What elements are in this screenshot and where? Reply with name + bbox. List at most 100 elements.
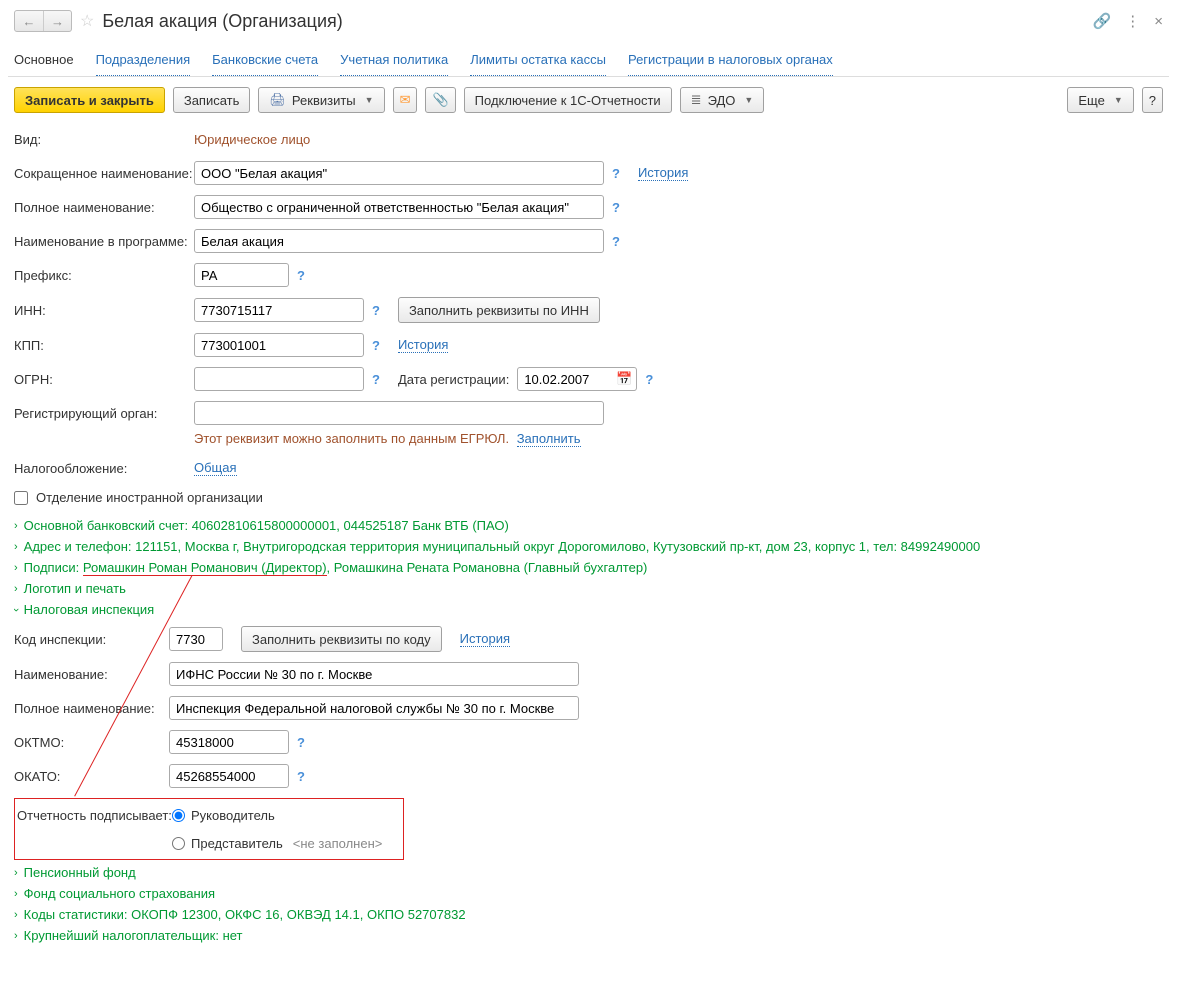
expander-largest[interactable]: › Крупнейший налогоплательщик: нет	[14, 925, 1163, 946]
help-button[interactable]: ?	[1142, 87, 1163, 113]
chevron-right-icon: ›	[14, 888, 18, 900]
ogrn-label: ОГРН:	[14, 372, 194, 387]
more-button[interactable]: Еще▼	[1067, 87, 1133, 113]
reg-organ-hint: Этот реквизит можно заполнить по данным …	[194, 431, 509, 446]
expander-codes[interactable]: ›Коды статистики: ОКОПФ 12300, ОКФС 16, …	[14, 904, 1163, 925]
help-hint[interactable]: ?	[372, 303, 380, 318]
chevron-right-icon: ›	[14, 541, 18, 553]
expander-address-text: Адрес и телефон: 121151, Москва г, Внутр…	[24, 539, 981, 554]
foreign-label: Отделение иностранной организации	[36, 490, 263, 505]
save-close-label: Записать и закрыть	[25, 93, 154, 108]
close-icon[interactable]: ×	[1154, 13, 1163, 30]
tab-cash[interactable]: Лимиты остатка кассы	[470, 46, 606, 76]
kpp-label: КПП:	[14, 338, 194, 353]
prog-name-input[interactable]	[194, 229, 604, 253]
chevron-down-icon: ▼	[365, 95, 374, 105]
help-hint[interactable]: ?	[372, 338, 380, 353]
sign-pre: Подписи:	[24, 560, 83, 575]
save-button[interactable]: Записать	[173, 87, 251, 113]
signer-head-radio[interactable]	[172, 809, 185, 822]
more-label: Еще	[1078, 93, 1104, 108]
expander-logo-text: Логотип и печать	[24, 581, 126, 596]
edo-button[interactable]: ≣ ЭДО ▼	[680, 87, 765, 113]
full-name-input[interactable]	[194, 195, 604, 219]
chevron-right-icon: ›	[14, 909, 18, 921]
short-name-input[interactable]	[194, 161, 604, 185]
fill-code-label: Заполнить реквизиты по коду	[252, 632, 431, 647]
reg-organ-input[interactable]	[194, 401, 604, 425]
insp-full-input[interactable]	[169, 696, 579, 720]
fill-link[interactable]: Заполнить	[517, 431, 581, 447]
expander-fss[interactable]: ›Фонд социального страхования	[14, 883, 1163, 904]
okato-input[interactable]	[169, 764, 289, 788]
tab-main[interactable]: Основное	[14, 46, 74, 76]
expander-bank[interactable]: ›Основной банковский счет: 4060281061580…	[14, 515, 1163, 536]
history-link[interactable]: История	[398, 337, 448, 353]
edo-icon: ≣	[691, 92, 702, 108]
chevron-down-icon: ▼	[744, 95, 753, 105]
history-link[interactable]: История	[460, 631, 510, 647]
insp-name-label: Наименование:	[14, 667, 169, 682]
inn-input[interactable]	[194, 298, 364, 322]
help-hint[interactable]: ?	[297, 769, 305, 784]
link-icon[interactable]: 🔗	[1093, 12, 1112, 30]
inn-label: ИНН:	[14, 303, 194, 318]
tab-tax-reg[interactable]: Регистрации в налоговых органах	[628, 46, 833, 76]
edo-label: ЭДО	[708, 93, 736, 108]
tax-link[interactable]: Общая	[194, 460, 237, 476]
page-title: Белая акация (Организация)	[102, 11, 342, 32]
signer-label: Отчетность подписывает:	[17, 808, 172, 823]
fill-inn-button[interactable]: Заполнить реквизиты по ИНН	[398, 297, 600, 323]
insp-code-input[interactable]	[169, 627, 223, 651]
oktmo-input[interactable]	[169, 730, 289, 754]
signer-group: Отчетность подписывает: Руководитель Пре…	[14, 798, 404, 860]
signer-head-label: Руководитель	[191, 808, 275, 823]
ogrn-input[interactable]	[194, 367, 364, 391]
help-hint[interactable]: ?	[297, 735, 305, 750]
help-hint[interactable]: ?	[297, 268, 305, 283]
help-hint[interactable]: ?	[645, 372, 653, 387]
mail-button[interactable]: ✉	[393, 87, 418, 113]
signer-rep-radio[interactable]	[172, 837, 185, 850]
expander-logo[interactable]: ›Логотип и печать	[14, 578, 1163, 599]
foreign-checkbox[interactable]	[14, 491, 28, 505]
short-name-label: Сокращенное наименование:	[14, 166, 194, 181]
help-hint[interactable]: ?	[612, 200, 620, 215]
chevron-right-icon: ›	[14, 930, 18, 942]
nav-forward-button[interactable]: →	[43, 11, 71, 31]
fill-code-button[interactable]: Заполнить реквизиты по коду	[241, 626, 442, 652]
insp-name-input[interactable]	[169, 662, 579, 686]
kpp-input[interactable]	[194, 333, 364, 357]
star-icon[interactable]: ☆	[80, 11, 94, 31]
help-hint[interactable]: ?	[612, 234, 620, 249]
sign-post: , Ромашкина Рената Романовна (Главный бу…	[327, 560, 648, 575]
history-link[interactable]: История	[638, 165, 688, 181]
expander-address[interactable]: › Адрес и телефон: 121151, Москва г, Внут…	[14, 536, 1163, 557]
kind-value: Юридическое лицо	[194, 132, 310, 147]
expander-tax-text: Налоговая инспекция	[24, 602, 155, 617]
help-hint[interactable]: ?	[372, 372, 380, 387]
expander-pension[interactable]: ›Пенсионный фонд	[14, 862, 1163, 883]
tab-bank[interactable]: Банковские счета	[212, 46, 318, 76]
insp-full-label: Полное наименование:	[14, 701, 169, 716]
reg-date-input[interactable]	[517, 367, 637, 391]
kebab-icon[interactable]: ⋮	[1125, 12, 1140, 30]
reg-organ-label: Регистрирующий орган:	[14, 406, 194, 421]
attach-button[interactable]: 📎	[425, 87, 455, 113]
expander-largest-text: Крупнейший налогоплательщик: нет	[24, 928, 243, 943]
connect-button[interactable]: Подключение к 1С-Отчетности	[464, 87, 672, 113]
prefix-input[interactable]	[194, 263, 289, 287]
expander-signatures[interactable]: › Подписи: Ромашкин Роман Романович (Дир…	[14, 557, 1163, 578]
chevron-right-icon: ›	[14, 867, 18, 879]
nav-back-button[interactable]: ←	[15, 11, 43, 31]
expander-tax-insp[interactable]: ›Налоговая инспекция	[14, 599, 1163, 620]
tax-label: Налогообложение:	[14, 461, 194, 476]
full-name-label: Полное наименование:	[14, 200, 194, 215]
tab-divisions[interactable]: Подразделения	[96, 46, 191, 76]
help-hint[interactable]: ?	[612, 166, 620, 181]
requisites-button[interactable]: 🖨 Реквизиты ▼	[258, 87, 384, 113]
insp-code-label: Код инспекции:	[14, 632, 169, 647]
tab-policy[interactable]: Учетная политика	[340, 46, 448, 76]
save-close-button[interactable]: Записать и закрыть	[14, 87, 165, 113]
okato-label: ОКАТО:	[14, 769, 169, 784]
